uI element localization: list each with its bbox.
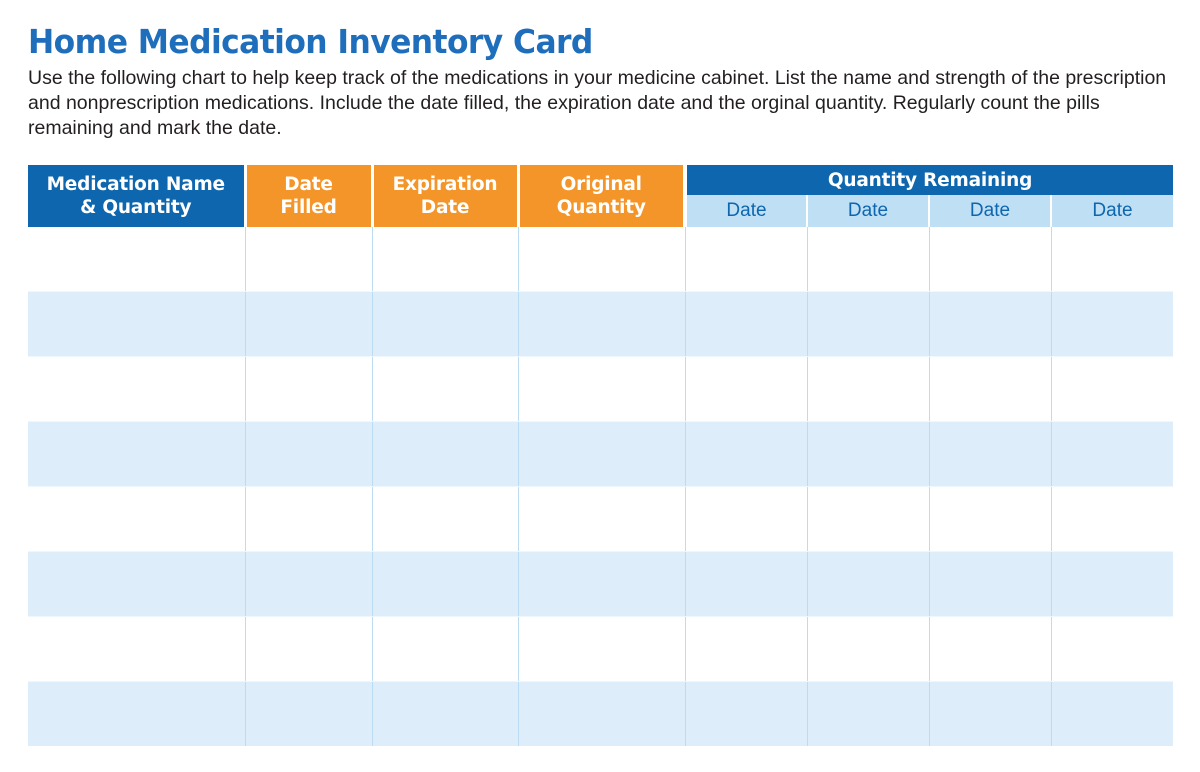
cell-medication-name[interactable] <box>28 551 246 617</box>
cell-quantity-remaining-4[interactable] <box>1051 681 1173 746</box>
cell-quantity-remaining-2[interactable] <box>807 421 930 487</box>
table-header: Medication Name & Quantity Date Filled E… <box>28 165 1173 227</box>
cell-quantity-remaining-1[interactable] <box>685 551 808 617</box>
column-header-original-quantity-line1: Original <box>560 174 642 195</box>
page-title: Home Medication Inventory Card <box>28 22 593 61</box>
cell-expiration-date[interactable] <box>372 421 519 487</box>
cell-quantity-remaining-2[interactable] <box>807 356 930 422</box>
column-subheader-date-4: Date <box>1051 195 1173 227</box>
cell-quantity-remaining-3[interactable] <box>929 356 1052 422</box>
cell-date-filled[interactable] <box>245 227 373 292</box>
cell-date-filled[interactable] <box>245 551 373 617</box>
table-row <box>28 681 1173 746</box>
cell-quantity-remaining-1[interactable] <box>685 616 808 682</box>
cell-date-filled[interactable] <box>245 421 373 487</box>
cell-original-quantity[interactable] <box>518 291 686 357</box>
cell-quantity-remaining-4[interactable] <box>1051 616 1173 682</box>
cell-quantity-remaining-4[interactable] <box>1051 486 1173 552</box>
column-header-expiration-date-line1: Expiration <box>392 174 498 195</box>
cell-medication-name[interactable] <box>28 356 246 422</box>
cell-expiration-date[interactable] <box>372 616 519 682</box>
cell-original-quantity[interactable] <box>518 486 686 552</box>
cell-original-quantity[interactable] <box>518 227 686 292</box>
cell-quantity-remaining-2[interactable] <box>807 291 930 357</box>
cell-medication-name[interactable] <box>28 291 246 357</box>
table-header-row-primary: Medication Name & Quantity Date Filled E… <box>28 165 1173 227</box>
table-row <box>28 291 1173 357</box>
cell-quantity-remaining-1[interactable] <box>685 681 808 746</box>
cell-quantity-remaining-4[interactable] <box>1051 291 1173 357</box>
table-row <box>28 486 1173 552</box>
column-header-date-filled: Date Filled <box>245 165 374 227</box>
column-header-expiration-date: Expiration Date <box>372 165 520 227</box>
cell-original-quantity[interactable] <box>518 551 686 617</box>
cell-quantity-remaining-2[interactable] <box>807 486 930 552</box>
document-header: Home Medication Inventory Card Use the f… <box>28 22 1174 141</box>
cell-quantity-remaining-3[interactable] <box>929 681 1052 746</box>
column-subheader-date-2: Date <box>807 195 930 227</box>
cell-expiration-date[interactable] <box>372 551 519 617</box>
cell-quantity-remaining-2[interactable] <box>807 551 930 617</box>
cell-original-quantity[interactable] <box>518 356 686 422</box>
cell-medication-name[interactable] <box>28 486 246 552</box>
column-header-expiration-date-line2: Date <box>420 197 470 218</box>
column-header-medication-name-line1: Medication Name <box>46 174 225 195</box>
cell-original-quantity[interactable] <box>518 681 686 746</box>
cell-quantity-remaining-4[interactable] <box>1051 227 1173 292</box>
table-row <box>28 551 1173 617</box>
medication-inventory-page: Home Medication Inventory Card Use the f… <box>0 0 1200 772</box>
column-group-header-quantity-remaining: Quantity Remaining <box>685 165 1173 195</box>
table-row <box>28 616 1173 682</box>
cell-medication-name[interactable] <box>28 227 246 292</box>
cell-quantity-remaining-2[interactable] <box>807 227 930 292</box>
column-header-original-quantity-line2: Quantity <box>556 197 646 218</box>
cell-date-filled[interactable] <box>245 486 373 552</box>
column-header-original-quantity: Original Quantity <box>518 165 687 227</box>
cell-medication-name[interactable] <box>28 616 246 682</box>
medication-inventory-table: Medication Name & Quantity Date Filled E… <box>28 165 1173 746</box>
cell-expiration-date[interactable] <box>372 486 519 552</box>
cell-date-filled[interactable] <box>245 616 373 682</box>
cell-date-filled[interactable] <box>245 291 373 357</box>
cell-quantity-remaining-3[interactable] <box>929 486 1052 552</box>
page-intro-text: Use the following chart to help keep tra… <box>28 67 1167 139</box>
cell-expiration-date[interactable] <box>372 356 519 422</box>
table-row <box>28 227 1173 292</box>
cell-expiration-date[interactable] <box>372 291 519 357</box>
cell-quantity-remaining-1[interactable] <box>685 227 808 292</box>
cell-medication-name[interactable] <box>28 681 246 746</box>
column-header-date-filled-line2: Filled <box>280 197 337 218</box>
cell-quantity-remaining-3[interactable] <box>929 616 1052 682</box>
cell-quantity-remaining-4[interactable] <box>1051 421 1173 487</box>
cell-date-filled[interactable] <box>245 681 373 746</box>
column-header-date-filled-line1: Date <box>284 174 333 195</box>
cell-expiration-date[interactable] <box>372 681 519 746</box>
column-header-medication-name-line2: & Quantity <box>80 197 192 218</box>
table-row <box>28 421 1173 487</box>
cell-quantity-remaining-3[interactable] <box>929 227 1052 292</box>
cell-medication-name[interactable] <box>28 421 246 487</box>
cell-date-filled[interactable] <box>245 356 373 422</box>
cell-quantity-remaining-1[interactable] <box>685 291 808 357</box>
column-subheader-date-1: Date <box>685 195 808 227</box>
cell-quantity-remaining-3[interactable] <box>929 421 1052 487</box>
cell-quantity-remaining-3[interactable] <box>929 291 1052 357</box>
cell-quantity-remaining-2[interactable] <box>807 681 930 746</box>
cell-expiration-date[interactable] <box>372 227 519 292</box>
cell-quantity-remaining-1[interactable] <box>685 421 808 487</box>
cell-original-quantity[interactable] <box>518 421 686 487</box>
cell-quantity-remaining-1[interactable] <box>685 486 808 552</box>
cell-original-quantity[interactable] <box>518 616 686 682</box>
cell-quantity-remaining-2[interactable] <box>807 616 930 682</box>
column-subheader-date-3: Date <box>929 195 1052 227</box>
table-body <box>28 227 1173 746</box>
cell-quantity-remaining-3[interactable] <box>929 551 1052 617</box>
cell-quantity-remaining-4[interactable] <box>1051 356 1173 422</box>
table-row <box>28 356 1173 422</box>
cell-quantity-remaining-4[interactable] <box>1051 551 1173 617</box>
column-header-medication-name: Medication Name & Quantity <box>28 165 247 227</box>
cell-quantity-remaining-1[interactable] <box>685 356 808 422</box>
